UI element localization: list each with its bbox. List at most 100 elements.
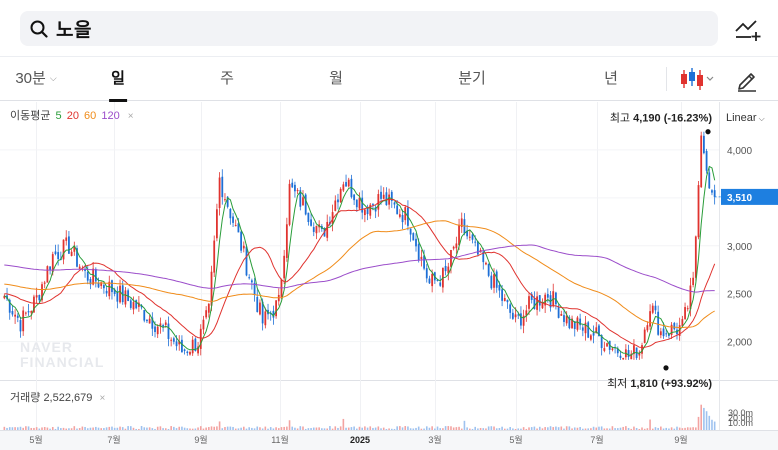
candle-body — [659, 331, 662, 336]
candle-body — [665, 333, 668, 335]
volume-bar — [678, 427, 681, 430]
candle-body — [581, 327, 584, 331]
volume-bar — [571, 428, 573, 430]
volume-bar — [111, 426, 113, 430]
volume-bar — [560, 426, 563, 430]
volume-bar — [393, 428, 396, 430]
watermark-logo: NAVER FINANCIAL — [20, 340, 104, 370]
candle-body — [218, 177, 221, 208]
volume-bar — [183, 427, 186, 430]
volume-bar — [140, 426, 143, 430]
chevron-down-icon: ⌵ — [758, 114, 765, 123]
volume-bar — [288, 420, 291, 430]
volume-bars — [3, 404, 716, 430]
volume-bar — [229, 426, 232, 430]
candle-body — [46, 266, 49, 283]
volume-bar — [240, 427, 242, 430]
volume-bar — [649, 419, 651, 430]
candle-body — [186, 351, 189, 354]
volume-bar — [587, 428, 589, 430]
price-chart[interactable]: 4,0003,5003,0002,5002,0005월7월9월11월20253월… — [0, 0, 778, 450]
volume-bar — [318, 427, 320, 430]
candle-body — [172, 338, 175, 342]
volume-bar — [221, 428, 224, 430]
watermark-line: NAVER — [20, 339, 73, 355]
candle-body — [304, 194, 307, 215]
candle-body — [511, 312, 514, 319]
candle-body — [49, 266, 51, 270]
volume-bar — [299, 426, 302, 430]
volume-bar — [600, 426, 603, 430]
candle-body — [310, 219, 312, 226]
ma-legend-close-icon[interactable]: × — [128, 111, 134, 122]
volume-bar — [326, 428, 329, 430]
candle-body — [490, 275, 493, 289]
volume-bar — [22, 427, 24, 430]
volume-bar — [35, 427, 38, 430]
volume-bar — [385, 428, 388, 430]
volume-bar — [342, 418, 345, 430]
volume-bar — [622, 426, 624, 430]
candle-body — [35, 295, 38, 298]
candle-body — [412, 233, 415, 241]
volume-bar — [143, 427, 146, 430]
volume-bar — [676, 426, 678, 430]
volume-bar — [337, 427, 339, 430]
volume-bar — [711, 419, 713, 430]
volume-bar — [670, 427, 673, 430]
volume-bar — [592, 426, 595, 430]
candle-body — [417, 244, 420, 261]
volume-bar — [277, 428, 280, 430]
volume-bar — [563, 428, 565, 430]
candle-body — [546, 294, 549, 298]
candle-body — [431, 273, 434, 287]
candle-body — [697, 185, 700, 238]
volume-bar — [547, 427, 549, 430]
volume-bar — [533, 426, 536, 430]
candle-body — [702, 135, 705, 154]
volume-close-icon[interactable]: × — [99, 393, 105, 404]
volume-bar — [331, 428, 334, 430]
volume-bar — [372, 427, 374, 430]
volume-bar — [665, 427, 668, 430]
candle-body — [694, 236, 697, 278]
volume-bar — [92, 427, 94, 430]
ma-5-label: 5 — [55, 110, 62, 122]
candle-body — [476, 241, 479, 255]
candle-body — [288, 183, 291, 225]
volume-bar — [100, 428, 103, 430]
candle-body — [520, 313, 522, 326]
scale-selector[interactable]: Linear ⌵ — [726, 112, 765, 124]
volume-bar — [409, 428, 412, 430]
volume-bar — [452, 427, 455, 430]
volume-bar — [692, 427, 694, 430]
ma-120-line — [4, 244, 715, 293]
volume-bar — [65, 428, 68, 430]
volume-bar — [493, 426, 495, 430]
candle-body — [361, 197, 364, 213]
volume-bar — [353, 426, 355, 430]
volume-bar — [495, 428, 498, 430]
candle-body — [705, 150, 708, 171]
volume-bar — [657, 427, 659, 430]
volume-bar — [573, 427, 576, 430]
volume-bar — [19, 426, 22, 430]
volume-bar — [14, 427, 16, 430]
candle-body — [116, 291, 119, 302]
candle-body — [86, 271, 89, 281]
volume-bar — [205, 427, 207, 430]
volume-legend: 거래량 2,522,679 × — [10, 389, 105, 405]
volume-bar — [302, 426, 304, 430]
ma-60-label: 60 — [84, 110, 97, 122]
candle-body — [401, 215, 404, 223]
candle-body — [485, 262, 487, 265]
high-price-value: 4,190 (-16.23%) — [633, 113, 712, 125]
candle-body — [162, 325, 164, 327]
x-tick-label: 2025 — [350, 435, 370, 445]
volume-bar — [584, 428, 587, 430]
volume-bar — [186, 428, 189, 430]
candle-body — [347, 179, 350, 187]
volume-bar — [226, 426, 229, 430]
volume-bar — [458, 426, 460, 430]
volume-bar — [103, 428, 105, 430]
